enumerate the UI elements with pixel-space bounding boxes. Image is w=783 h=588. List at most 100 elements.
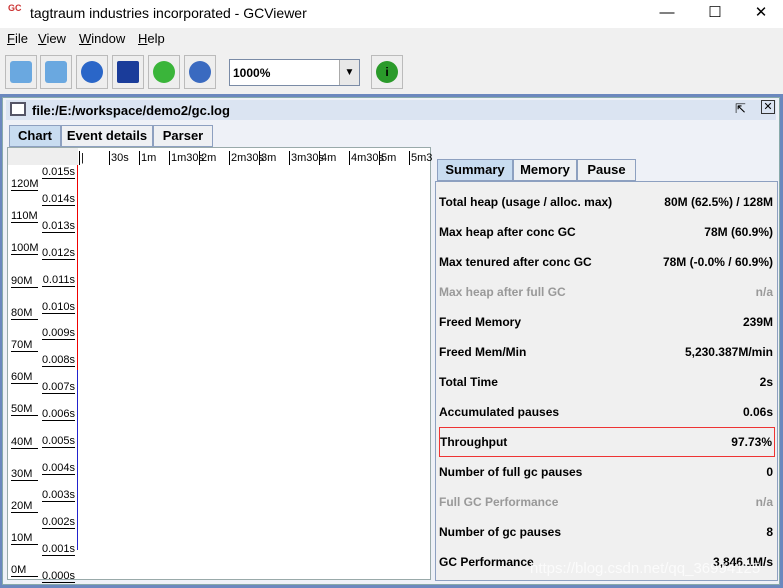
summary-label: Total heap (usage / alloc. max) — [439, 195, 613, 209]
frame-maximize-button[interactable]: ⇱ — [735, 101, 746, 117]
summary-label: Full GC Performance — [439, 495, 559, 509]
time-tick-label: 5m3 — [409, 151, 433, 165]
summary-value: 78M (-0.0% / 60.9%) — [662, 255, 773, 269]
app-logo: GC — [8, 3, 22, 13]
pause-tick-label: 0.003s — [42, 488, 76, 502]
memory-tick-label: 120M — [11, 178, 39, 191]
zoom-select[interactable]: 1000% ▼ — [229, 59, 360, 86]
globe-icon — [81, 61, 103, 83]
time-tick-label: 30s — [109, 151, 129, 165]
memory-tick-label: 80M — [11, 307, 38, 320]
memory-tick-label: 0M — [11, 564, 38, 578]
chart-plot-area[interactable] — [78, 165, 428, 579]
summary-label: Number of full gc pauses — [439, 465, 583, 479]
open-url-button[interactable] — [76, 55, 108, 89]
summary-row-total-time: Total Time 2s — [439, 367, 775, 397]
refresh-button[interactable] — [148, 55, 180, 89]
time-tick-label: 2m — [199, 151, 217, 165]
tab-parser[interactable]: Parser — [153, 125, 213, 147]
summary-value: 5,230.387M/min — [684, 345, 773, 359]
memory-tick-label: 70M — [11, 339, 38, 352]
summary-row-number-of-gc-pauses: Number of gc pauses 8 — [439, 517, 775, 547]
frame-icon — [10, 102, 26, 116]
pause-tick-label: 0.011s — [42, 273, 75, 287]
summary-label: Freed Mem/Min — [439, 345, 527, 359]
summary-row-max-tenured-after-conc-gc: Max tenured after conc GC 78M (-0.0% / 60… — [439, 247, 775, 277]
pause-tick-label: 0.013s — [42, 219, 76, 233]
maximize-button[interactable]: ☐ — [692, 0, 738, 28]
minimize-button[interactable]: — — [644, 0, 690, 28]
summary-value: 97.73% — [731, 435, 772, 449]
summary-label: Number of gc pauses — [439, 525, 562, 539]
tab-event-details[interactable]: Event details — [61, 125, 153, 147]
tab-pause[interactable]: Pause — [577, 159, 636, 181]
menu-window[interactable]: Window — [79, 31, 125, 46]
pause-tick-label: 0.015s — [42, 166, 76, 179]
watermark: https://blog.csdn.net/qq_36994125 — [530, 560, 761, 577]
close-button[interactable]: ✕ — [738, 0, 783, 28]
summary-label: Max heap after conc GC — [439, 225, 576, 239]
pause-tick-label: 0.006s — [42, 408, 76, 422]
info-icon: i — [376, 61, 398, 83]
memory-tick-label: 40M — [11, 436, 38, 449]
memory-tick-label: 110M — [11, 210, 38, 224]
memory-tick-label: 100M — [11, 242, 39, 256]
time-tick-label: 1m — [139, 151, 157, 165]
watch-button[interactable] — [184, 55, 216, 89]
memory-tick-label: 30M — [11, 468, 38, 481]
summary-row-freed-mem-min: Freed Mem/Min 5,230.387M/min — [439, 337, 775, 367]
pause-tick-label: 0.004s — [42, 461, 76, 475]
summary-value: 0 — [766, 465, 773, 479]
chart-corner — [8, 148, 78, 165]
memory-tick-label: 60M — [11, 371, 38, 385]
time-tick-label: | — [79, 151, 91, 165]
summary-label: Max tenured after conc GC — [439, 255, 592, 269]
folder-icon — [10, 61, 32, 83]
about-button[interactable]: i — [371, 55, 403, 89]
time-tick-label: 4m — [319, 151, 337, 165]
tab-chart[interactable]: Chart — [9, 125, 61, 147]
tab-summary[interactable]: Summary — [437, 159, 513, 181]
pause-tick-label: 0.005s — [42, 435, 76, 448]
summary-row-full-gc-performance: Full GC Performance n/a — [439, 487, 775, 517]
pause-tick-label: 0.008s — [42, 354, 76, 368]
open-recent-button[interactable] — [40, 55, 72, 89]
summary-label: Max heap after full GC — [439, 285, 566, 299]
pause-tick-label: 0.009s — [42, 327, 76, 341]
time-tick-label: 3m — [259, 151, 277, 165]
summary-label: Total Time — [439, 375, 498, 389]
summary-row-max-heap-after-conc-gc: Max heap after conc GC 78M (60.9%) — [439, 217, 775, 247]
summary-value: 78M (60.9%) — [704, 225, 773, 239]
summary-row-number-of-full-gc-pauses: Number of full gc pauses 0 — [439, 457, 775, 487]
summary-row-accumulated-pauses: Accumulated pauses 0.06s — [439, 397, 775, 427]
pause-tick-label: 0.000s — [42, 569, 76, 583]
open-file-button[interactable] — [5, 55, 37, 89]
frame-title: file:/E:/workspace/demo2/gc.log — [32, 103, 230, 118]
memory-tick-label: 90M — [11, 275, 38, 288]
menu-view[interactable]: View — [38, 31, 66, 46]
export-button[interactable] — [112, 55, 144, 89]
pause-tick-label: 0.012s — [42, 246, 76, 260]
pause-tick-label: 0.010s — [42, 300, 76, 314]
window-title: tagtraum industries incorporated - GCVie… — [30, 5, 307, 21]
memory-tick-label: 50M — [11, 403, 38, 417]
frame-close-button[interactable]: ✕ — [761, 100, 775, 114]
summary-value: 2s — [759, 375, 773, 389]
summary-value: 8 — [766, 525, 773, 539]
summary-value: n/a — [755, 495, 773, 509]
tab-memory[interactable]: Memory — [513, 159, 577, 181]
menu-file[interactable]: File — [7, 31, 28, 46]
save-icon — [117, 61, 139, 83]
watch-icon — [189, 61, 211, 83]
summary-row-freed-memory: Freed Memory 239M — [439, 307, 775, 337]
summary-row-throughput: Throughput 97.73% — [439, 427, 775, 457]
pause-tick-label: 0.007s — [42, 381, 76, 395]
summary-value: n/a — [755, 285, 773, 299]
summary-label: Accumulated pauses — [439, 405, 560, 419]
chevron-down-icon[interactable]: ▼ — [339, 60, 359, 85]
summary-row-total-heap-usage-alloc-max-: Total heap (usage / alloc. max) 80M (62.5… — [439, 187, 775, 217]
time-tick-label: 5m — [379, 151, 397, 165]
menu-help[interactable]: Help — [138, 31, 165, 46]
summary-label: Throughput — [440, 435, 508, 449]
summary-value: 0.06s — [742, 405, 773, 419]
